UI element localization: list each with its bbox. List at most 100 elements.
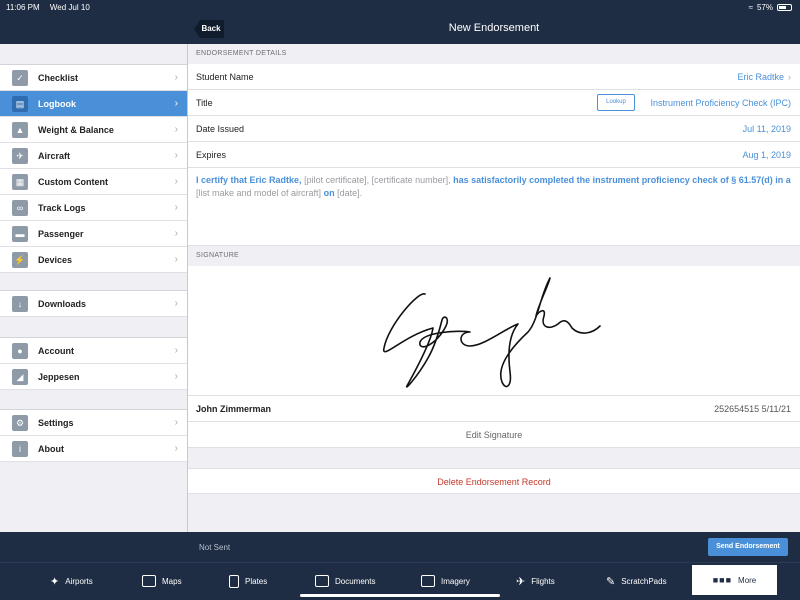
page-title: New Endorsement bbox=[448, 22, 540, 34]
weight-icon: ▲ bbox=[12, 121, 28, 138]
status-date: Wed Jul 10 bbox=[49, 3, 90, 12]
maps-icon bbox=[142, 575, 156, 587]
sidebar-item-label: Downloads bbox=[38, 298, 87, 309]
send-status: Not Sent bbox=[199, 543, 231, 552]
documents-icon bbox=[315, 575, 329, 587]
tab-label: Flights bbox=[531, 576, 555, 586]
signature-pad[interactable] bbox=[188, 266, 800, 396]
chevron-right-icon: › bbox=[174, 443, 178, 454]
sidebar-item-downloads[interactable]: ↓ Downloads › bbox=[0, 291, 187, 317]
chevron-right-icon: › bbox=[174, 345, 178, 356]
cert-placeholder: [date]. bbox=[337, 188, 363, 198]
certification-text[interactable]: I certify that Eric Radtke, [pilot certi… bbox=[188, 168, 800, 246]
endorsement-form: ENDORSEMENT DETAILS Student Name Eric Ra… bbox=[188, 44, 800, 532]
tab-label: Plates bbox=[245, 576, 268, 586]
sidebar-item-label: Settings bbox=[38, 417, 74, 428]
sidebar-item-label: Custom Content bbox=[38, 176, 108, 187]
tracklog-icon: ∞ bbox=[12, 199, 28, 216]
sidebar-item-label: About bbox=[38, 443, 64, 454]
chevron-right-icon: › bbox=[174, 298, 178, 309]
sidebar-item-weight-balance[interactable]: ▲ Weight & Balance › bbox=[0, 117, 187, 143]
tab-airports[interactable]: ✦ Airports bbox=[50, 567, 93, 595]
tab-scratchpads[interactable]: ✎ ScratchPads bbox=[606, 567, 667, 595]
book-icon: ▤ bbox=[12, 95, 28, 112]
cert-text-part: has satisfactorily completed the instrum… bbox=[453, 175, 791, 185]
signer-row: John Zimmerman 252654515 5/11/21 bbox=[188, 396, 800, 422]
check-icon: ✓ bbox=[12, 69, 28, 86]
tab-plates[interactable]: Plates bbox=[229, 567, 267, 595]
title-value[interactable]: Instrument Proficiency Check (IPC) bbox=[650, 98, 791, 108]
signer-name: John Zimmerman bbox=[196, 404, 272, 414]
sidebar-item-label: Checklist bbox=[38, 72, 79, 83]
sidebar-item-label: Logbook bbox=[38, 98, 76, 109]
tab-documents[interactable]: Documents bbox=[315, 567, 375, 595]
chevron-right-icon: › bbox=[174, 98, 178, 109]
date-issued-value[interactable]: Jul 11, 2019 bbox=[743, 124, 791, 134]
sidebar-item-about[interactable]: i About › bbox=[0, 436, 187, 462]
chevron-right-icon: › bbox=[174, 228, 178, 239]
cert-placeholder: [pilot certificate], [certificate number… bbox=[304, 175, 451, 185]
date-issued-label: Date Issued bbox=[196, 123, 245, 134]
date-issued-row[interactable]: Date Issued Jul 11, 2019 bbox=[188, 116, 800, 142]
lookup-button[interactable]: Lookup bbox=[597, 94, 635, 111]
sidebar-item-settings[interactable]: ⚙ Settings › bbox=[0, 410, 187, 436]
sidebar-item-label: Jeppesen bbox=[38, 371, 80, 382]
battery-icon bbox=[777, 4, 792, 11]
battery-percent: 57% bbox=[756, 3, 773, 12]
sidebar-item-account[interactable]: ● Account › bbox=[0, 338, 187, 364]
sidebar-item-logbook[interactable]: ▤ Logbook › bbox=[0, 91, 187, 117]
signature-section-header: SIGNATURE bbox=[196, 252, 240, 259]
sidebar-group-downloads: ↓ Downloads › bbox=[0, 290, 187, 317]
student-name-value: Eric Radtke bbox=[737, 72, 784, 82]
edit-signature-button[interactable]: Edit Signature bbox=[188, 422, 800, 448]
tab-label: More bbox=[738, 575, 757, 585]
tab-label: Documents bbox=[335, 576, 376, 586]
plug-icon: ⚡ bbox=[12, 251, 28, 268]
send-endorsement-button[interactable]: Send Endorsement bbox=[708, 538, 788, 556]
wifi-icon: ≈ bbox=[748, 3, 753, 12]
info-icon: i bbox=[12, 440, 28, 457]
tab-flights[interactable]: ✈ Flights bbox=[516, 567, 555, 595]
sidebar-group-account: ● Account › ◢ Jeppesen › bbox=[0, 337, 187, 390]
sidebar-item-passenger[interactable]: ▬ Passenger › bbox=[0, 221, 187, 247]
sidebar-item-aircraft[interactable]: ✈ Aircraft › bbox=[0, 143, 187, 169]
flights-icon: ✈ bbox=[516, 575, 526, 588]
sidebar-item-label: Aircraft bbox=[38, 150, 71, 161]
chevron-right-icon: › bbox=[174, 254, 178, 265]
sidebar-item-track-logs[interactable]: ∞ Track Logs › bbox=[0, 195, 187, 221]
tab-imagery[interactable]: Imagery bbox=[421, 567, 470, 595]
sidebar-item-label: Weight & Balance bbox=[38, 124, 114, 135]
chevron-right-icon: › bbox=[174, 371, 178, 382]
tab-maps[interactable]: Maps bbox=[142, 567, 182, 595]
nav-bar: Back New Endorsement bbox=[0, 14, 800, 44]
sidebar-item-devices[interactable]: ⚡ Devices › bbox=[0, 247, 187, 273]
student-name-label: Student Name bbox=[196, 71, 254, 82]
cert-text-part: I certify that Eric Radtke, bbox=[196, 175, 302, 185]
sidebar-item-custom-content[interactable]: ▦ Custom Content › bbox=[0, 169, 187, 195]
chevron-right-icon: › bbox=[174, 72, 178, 83]
chevron-right-icon: › bbox=[788, 72, 791, 82]
person-icon: ● bbox=[12, 342, 28, 359]
student-name-row[interactable]: Student Name Eric Radtke › bbox=[188, 64, 800, 90]
tab-label: ScratchPads bbox=[621, 576, 667, 586]
expires-value[interactable]: Aug 1, 2019 bbox=[742, 150, 791, 160]
tab-label: Maps bbox=[162, 576, 182, 586]
sidebar-item-jeppesen[interactable]: ◢ Jeppesen › bbox=[0, 364, 187, 390]
tab-more[interactable]: ■■■ More bbox=[692, 565, 777, 595]
action-bar: Not Sent Send Endorsement bbox=[188, 532, 800, 562]
delete-endorsement-button[interactable]: Delete Endorsement Record bbox=[188, 468, 800, 494]
sidebar-item-label: Track Logs bbox=[38, 202, 86, 213]
cert-text-part: on bbox=[323, 188, 335, 198]
expires-row[interactable]: Expires Aug 1, 2019 bbox=[188, 142, 800, 168]
more-icon: ■■■ bbox=[712, 575, 733, 585]
tab-label: Airports bbox=[65, 576, 93, 586]
title-row[interactable]: Title Lookup Instrument Proficiency Chec… bbox=[188, 90, 800, 116]
plates-icon bbox=[229, 574, 239, 588]
signer-certificate-date: 252654515 5/11/21 bbox=[714, 404, 791, 414]
status-time: 11:06 PM bbox=[6, 3, 40, 12]
chevron-right-icon: › bbox=[174, 417, 178, 428]
content-icon: ▦ bbox=[12, 173, 28, 190]
chevron-right-icon: › bbox=[174, 124, 178, 135]
sidebar-item-checklist[interactable]: ✓ Checklist › bbox=[0, 65, 187, 91]
